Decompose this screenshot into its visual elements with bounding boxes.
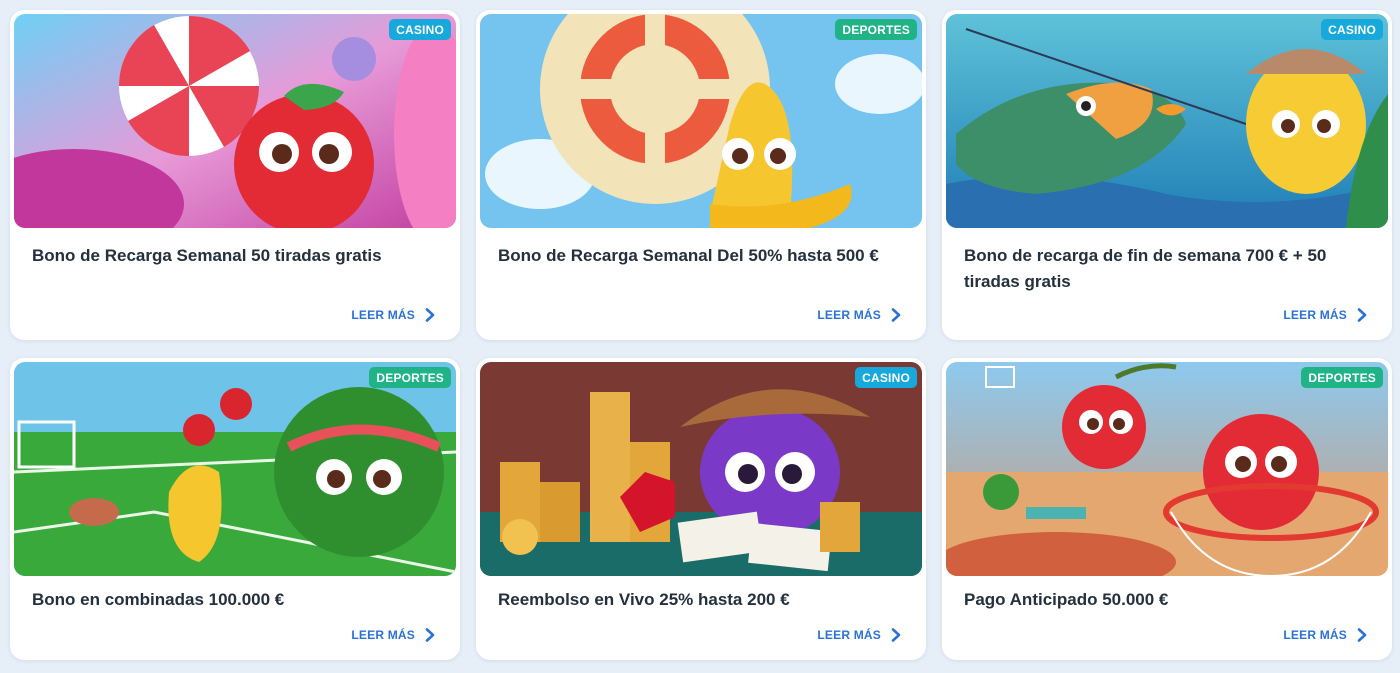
chevron-right-icon [890,628,902,642]
category-badge: DEPORTES [835,19,917,40]
promo-title: Pago Anticipado 50.000 € [964,590,1169,609]
promo-card[interactable]: CASINO Reembolso en Vivo 25% hasta 200 €… [476,358,926,660]
promo-title: Reembolso en Vivo 25% hasta 200 € [498,590,790,609]
category-badge: CASINO [389,19,451,40]
chevron-right-icon [1356,308,1368,322]
promo-image: CASINO [14,14,456,228]
read-more-link[interactable]: LEER MÁS [351,308,436,322]
read-more-label: LEER MÁS [817,628,881,642]
category-badge: CASINO [1321,19,1383,40]
promotions-grid: CASINO Bono de Recarga Semanal 50 tirada… [10,10,1392,660]
promo-card[interactable]: DEPORTES Bono en combinadas 100.000 € LE… [10,358,460,660]
promo-image: CASINO [480,362,922,576]
chevron-right-icon [424,308,436,322]
read-more-label: LEER MÁS [351,628,415,642]
read-more-label: LEER MÁS [1283,308,1347,322]
promo-title: Bono de Recarga Semanal Del 50% hasta 50… [498,246,879,265]
chevron-right-icon [424,628,436,642]
category-badge: DEPORTES [1301,367,1383,388]
promo-card[interactable]: DEPORTES Pago Anticipado 50.000 € LEER M… [942,358,1392,660]
category-badge: CASINO [855,367,917,388]
promo-card[interactable]: CASINO Bono de recarga de fin de semana … [942,10,1392,340]
category-badge: DEPORTES [369,367,451,388]
promo-card[interactable]: DEPORTES Bono de Recarga Semanal Del 50%… [476,10,926,340]
read-more-link[interactable]: LEER MÁS [817,628,902,642]
read-more-label: LEER MÁS [817,308,881,322]
promo-title: Bono de Recarga Semanal 50 tiradas grati… [32,246,382,265]
promo-title: Bono en combinadas 100.000 € [32,590,285,609]
promo-image: DEPORTES [14,362,456,576]
promo-card[interactable]: CASINO Bono de Recarga Semanal 50 tirada… [10,10,460,340]
promo-image: DEPORTES [480,14,922,228]
read-more-label: LEER MÁS [351,308,415,322]
promo-image: DEPORTES [946,362,1388,576]
promo-title: Bono de recarga de fin de semana 700 € +… [964,246,1327,291]
chevron-right-icon [1356,628,1368,642]
read-more-link[interactable]: LEER MÁS [1283,628,1368,642]
read-more-link[interactable]: LEER MÁS [817,308,902,322]
read-more-link[interactable]: LEER MÁS [1283,308,1368,322]
read-more-label: LEER MÁS [1283,628,1347,642]
chevron-right-icon [890,308,902,322]
read-more-link[interactable]: LEER MÁS [351,628,436,642]
promo-image: CASINO [946,14,1388,228]
